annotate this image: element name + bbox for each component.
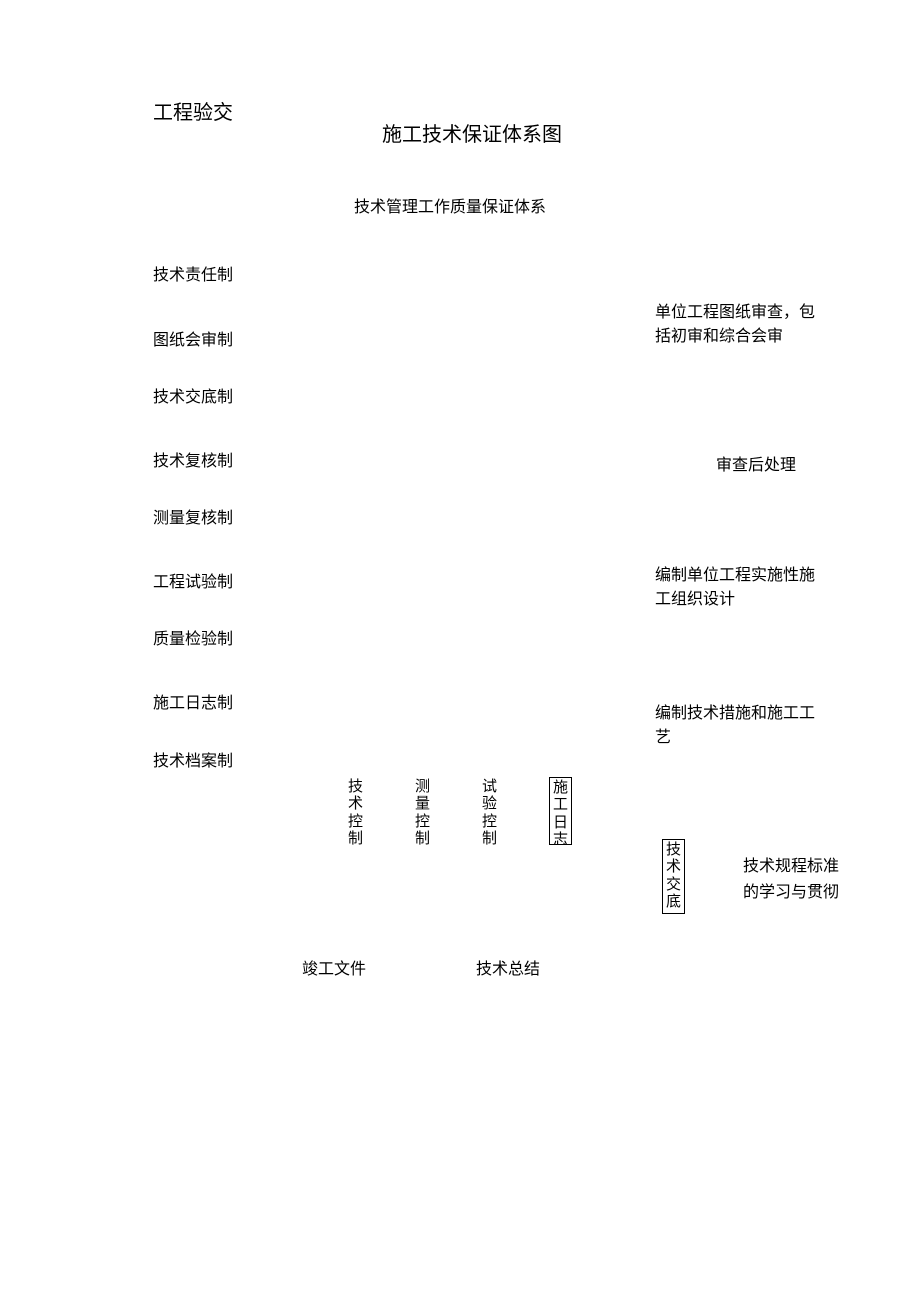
subtitle: 技术管理工作质量保证体系 [354, 193, 546, 217]
mid-box-2: 测量控制 [415, 779, 430, 843]
mid-box-3: 试验控制 [482, 779, 497, 843]
left-item-8: 施工日志制 [153, 689, 233, 713]
bottom-right-text: 技术规程标准的学习与贯彻 [743, 854, 843, 905]
main-title: 施工技术保证体系图 [382, 118, 562, 147]
right-item-1: 单位工程图纸审查，包括初审和综合会审 [655, 301, 825, 349]
left-item-7: 质量检验制 [153, 625, 233, 649]
left-item-4: 技术复核制 [153, 447, 233, 471]
right-item-3: 编制单位工程实施性施工组织设计 [655, 564, 825, 612]
left-item-9: 技术档案制 [153, 747, 233, 771]
bottom-label-1: 竣工文件 [302, 955, 366, 979]
mid-box-1: 技术控制 [348, 779, 363, 843]
bottom-right-box: 技术交底 [662, 839, 685, 914]
right-item-2: 审查后处理 [716, 454, 796, 478]
left-item-6: 工程试验制 [153, 568, 233, 592]
left-item-5: 测量复核制 [153, 504, 233, 528]
top-left-label: 工程验交 [153, 96, 233, 125]
mid-box-4: 施工日志 [549, 777, 572, 845]
bottom-label-2: 技术总结 [476, 955, 540, 979]
right-item-4: 编制技术措施和施工工艺 [655, 702, 825, 750]
left-item-2: 图纸会审制 [153, 326, 233, 350]
left-item-1: 技术责任制 [153, 261, 233, 285]
left-item-3: 技术交底制 [153, 383, 233, 407]
